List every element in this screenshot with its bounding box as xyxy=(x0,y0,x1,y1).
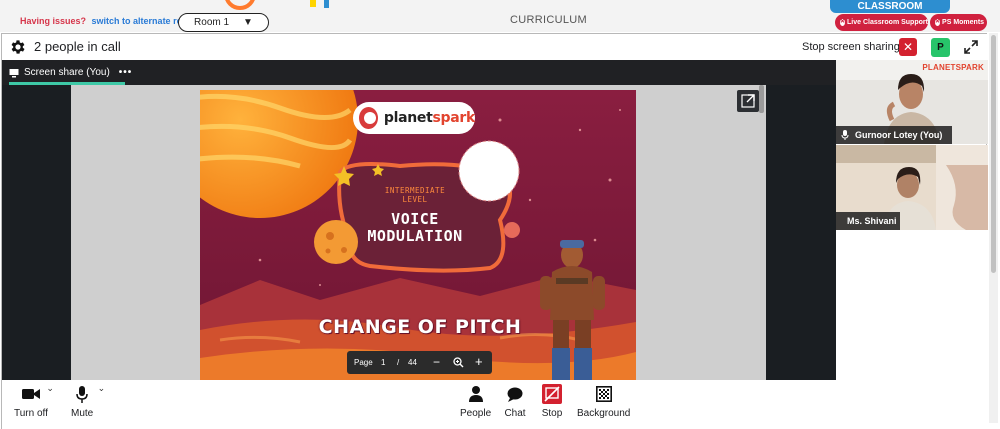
gear-icon[interactable] xyxy=(9,38,27,56)
zoom-in-icon[interactable] xyxy=(453,357,464,368)
page-total: 44 xyxy=(408,358,417,367)
tab-screen-share[interactable]: Screen share (You) ••• xyxy=(9,60,132,85)
participant-tile-teacher[interactable]: Ms. Shivani xyxy=(836,145,988,230)
issue-notice: Having issues? switch to alternate room xyxy=(20,16,196,26)
live-support-button[interactable]: ✕ Live Classroom Support xyxy=(835,14,928,31)
chevron-down-icon[interactable]: ⌄ xyxy=(98,383,106,394)
participant-tile-self[interactable]: PLANETSPARK Gurnoor Lotey (You) xyxy=(836,60,988,144)
close-circle-icon: ✕ xyxy=(840,19,846,26)
stop-share-label: Stop screen sharing xyxy=(802,41,900,53)
slide-subtitle: CHANGE OF PITCH xyxy=(318,316,522,338)
top-strip: Having issues? switch to alternate room … xyxy=(0,0,1000,32)
mute-button[interactable]: ⌄ Mute xyxy=(71,383,105,419)
bottom-toolbar: ⌄ Turn off ⌄ Mute People Chat Stop Backg… xyxy=(2,380,988,429)
ps-moments-label: PS Moments xyxy=(942,19,985,26)
slide-title-line1: VOICE xyxy=(391,210,439,228)
avatar[interactable]: P xyxy=(931,38,950,57)
mute-label: Mute xyxy=(71,408,94,419)
microphone-icon xyxy=(841,130,849,140)
planetspark-logo: planetspark xyxy=(353,102,475,134)
page-controls: Page 1 / 44 − + xyxy=(347,351,492,374)
stop-label: Stop xyxy=(541,408,563,419)
background-button[interactable]: Background xyxy=(577,384,630,419)
page-current[interactable]: 1 xyxy=(381,358,385,367)
chevron-down-icon[interactable]: ⌄ xyxy=(46,383,54,394)
screen-icon xyxy=(9,68,19,77)
meeting-window: 2 people in call Stop screen sharing ✕ P… xyxy=(1,33,988,429)
slide-level: INTERMEDIATE LEVEL xyxy=(384,186,446,204)
chat-icon xyxy=(504,384,526,404)
shared-screen: planetspark INTERMEDIATE LEVEL VOICE MOD… xyxy=(71,85,766,380)
planetspark-watermark: PLANETSPARK xyxy=(922,63,984,72)
meeting-header: 2 people in call Stop screen sharing ✕ P xyxy=(2,34,988,60)
scrollbar[interactable] xyxy=(759,85,764,113)
curriculum-title[interactable]: CURRICULUM xyxy=(510,14,587,26)
issue-text: Having issues? xyxy=(20,16,87,26)
page-sep: / xyxy=(397,358,400,367)
people-count: 2 people in call xyxy=(34,39,121,54)
background-icon xyxy=(593,384,615,404)
person-icon xyxy=(465,384,487,404)
turn-off-label: Turn off xyxy=(14,408,48,419)
slide: planetspark INTERMEDIATE LEVEL VOICE MOD… xyxy=(200,90,636,380)
brand-main: planet xyxy=(383,110,433,126)
classroom-tab[interactable]: CLASSROOM xyxy=(830,0,950,13)
right-pane xyxy=(766,85,836,380)
people-label: People xyxy=(460,408,492,419)
expand-icon[interactable] xyxy=(962,38,980,56)
stage: Screen share (You) ••• planetspark INTER… xyxy=(2,60,836,380)
turn-off-camera-button[interactable]: ⌄ Turn off xyxy=(14,383,54,419)
tab-screen-share-label: Screen share (You) xyxy=(24,67,110,78)
scrollbar-thumb[interactable] xyxy=(991,35,996,273)
sidebar-empty xyxy=(836,230,988,380)
people-button[interactable]: People xyxy=(460,384,491,419)
page-label: Page xyxy=(354,358,373,367)
zoom-out-icon[interactable]: − xyxy=(433,355,440,369)
camera-icon: ⌄ xyxy=(20,383,54,404)
stop-share-icon xyxy=(541,384,563,404)
live-support-label: Live Classroom Support xyxy=(847,19,928,26)
room-label: Room 1 xyxy=(194,17,230,28)
background-label: Background xyxy=(577,408,631,419)
participant-name: Gurnoor Lotey (You) xyxy=(855,130,943,140)
decorative-shapes xyxy=(225,0,329,10)
participant-name: Ms. Shivani xyxy=(847,216,897,226)
more-icon[interactable]: ••• xyxy=(119,67,133,78)
open-external-icon[interactable] xyxy=(737,90,759,112)
stop-share-button[interactable]: ✕ xyxy=(899,38,917,56)
brand-wordmark: planetspark xyxy=(384,110,475,126)
left-pane xyxy=(2,85,71,380)
brand-accent: spark xyxy=(432,110,475,126)
participant-name-bar: Gurnoor Lotey (You) xyxy=(836,126,952,144)
close-circle-icon: ✕ xyxy=(935,19,941,26)
chat-button[interactable]: Chat xyxy=(504,384,526,419)
slide-title-line2: MODULATION xyxy=(367,227,463,245)
room-select[interactable]: Room 1 ▼ xyxy=(178,13,269,32)
microphone-icon: ⌄ xyxy=(71,383,105,404)
caret-down-icon: ▼ xyxy=(243,17,253,28)
planetspark-logo-icon xyxy=(359,107,378,129)
plus-icon[interactable]: + xyxy=(475,354,483,369)
chat-label: Chat xyxy=(504,408,526,419)
page-scrollbar[interactable] xyxy=(989,33,998,423)
share-tab-bar: Screen share (You) ••• xyxy=(2,60,836,85)
ps-moments-button[interactable]: ✕ PS Moments xyxy=(930,14,987,31)
stop-share-toolbar-button[interactable]: Stop xyxy=(541,384,563,419)
participant-name-bar: Ms. Shivani xyxy=(836,212,900,230)
